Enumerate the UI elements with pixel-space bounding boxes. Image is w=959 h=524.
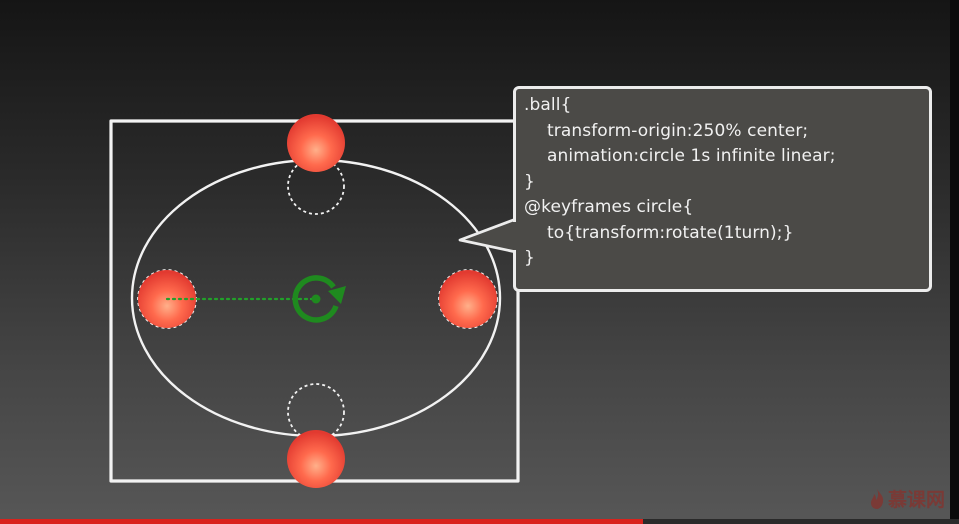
video-progress-fill xyxy=(0,519,643,524)
watermark: 慕课网 xyxy=(868,485,945,512)
ball-bottom xyxy=(287,430,345,488)
code-line-3: animation:circle 1s infinite linear; xyxy=(547,146,836,166)
bubble-pointer xyxy=(458,217,518,254)
code-line-7: } xyxy=(524,248,535,268)
code-bubble: .ball{ transform-origin:250% center; ani… xyxy=(513,86,932,292)
ball-top xyxy=(287,114,345,172)
code-line-5: @keyframes circle{ xyxy=(524,197,694,217)
code-line-1: .ball{ xyxy=(524,95,572,115)
video-progress-bar[interactable] xyxy=(0,519,959,524)
window-edge xyxy=(950,0,959,524)
flame-icon xyxy=(870,488,884,509)
rotate-icon xyxy=(292,275,346,323)
code-line-6: to{transform:rotate(1turn);} xyxy=(547,222,794,243)
watermark-text: 慕课网 xyxy=(887,489,945,511)
code-line-4: } xyxy=(524,171,535,192)
code-line-2: transform-origin:250% center; xyxy=(547,120,809,141)
ball-right xyxy=(439,270,497,328)
